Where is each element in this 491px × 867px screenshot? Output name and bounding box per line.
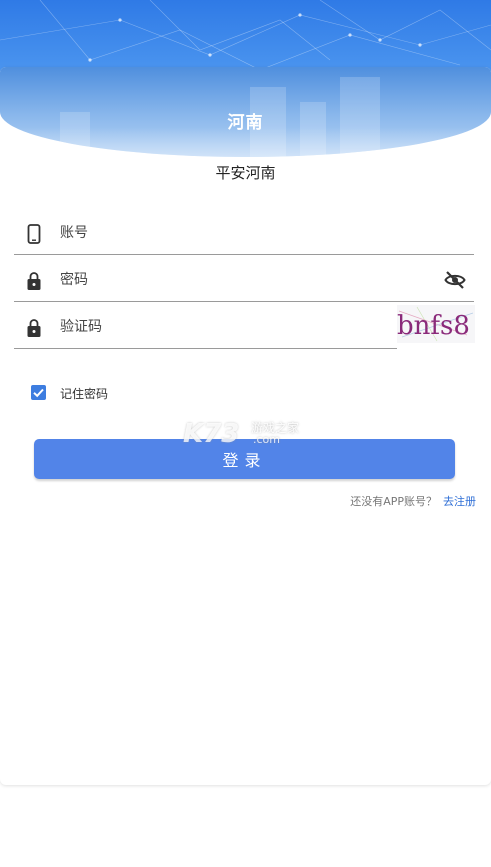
- check-icon: [33, 388, 44, 398]
- remember-label: 记住密码: [60, 387, 109, 401]
- captcha-graphic: bnfs8: [397, 306, 474, 342]
- login-card: 河南 平安河南 账号 验证码 bnfs8 记住密码 登录 还没有APP账号？ 去…: [0, 67, 491, 785]
- page-subtitle: 平安河南: [215, 164, 276, 182]
- login-button[interactable]: 登录: [34, 439, 455, 479]
- lock-icon: [27, 272, 41, 290]
- page-title: 河南: [227, 113, 264, 133]
- captcha-field: [14, 302, 397, 349]
- eye-off-icon[interactable]: [444, 270, 466, 290]
- lock-icon: [27, 319, 41, 337]
- phone-icon: [27, 224, 41, 244]
- captcha-input[interactable]: [58, 312, 342, 342]
- account-field: [14, 208, 474, 255]
- captcha-image[interactable]: bnfs8: [397, 305, 475, 343]
- register-link[interactable]: 去注册: [443, 493, 476, 509]
- password-input[interactable]: [58, 265, 362, 295]
- remember-checkbox[interactable]: [31, 385, 46, 400]
- password-field: [14, 255, 474, 302]
- account-input[interactable]: [58, 218, 362, 248]
- captcha-text: bnfs8: [397, 311, 470, 341]
- no-account-text: 还没有APP账号？: [350, 495, 437, 508]
